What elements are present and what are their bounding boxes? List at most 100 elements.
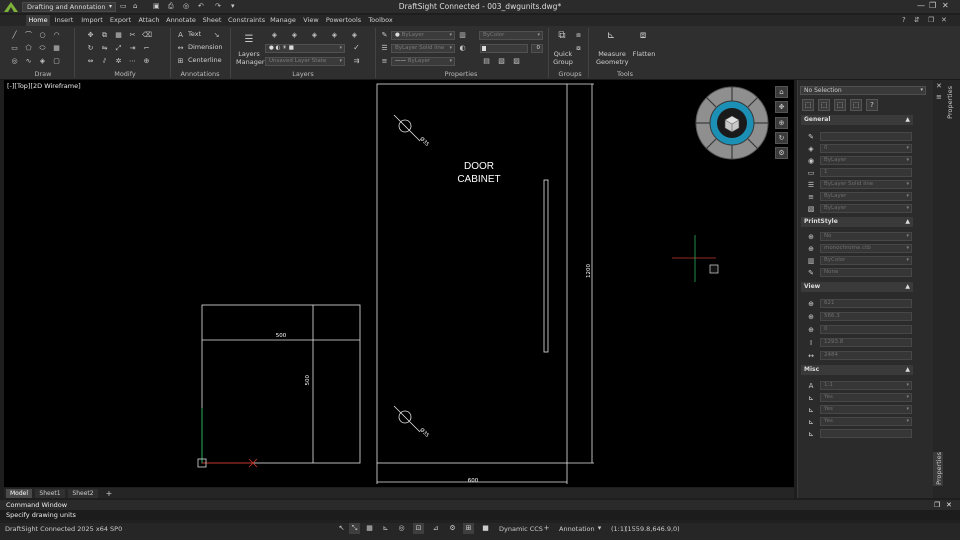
select-objects-icon[interactable]: ⬚ — [802, 99, 814, 111]
trim-icon[interactable]: ✂ — [128, 31, 137, 39]
mirror-icon[interactable]: ⇋ — [100, 44, 109, 52]
boundary-icon[interactable]: ▢ — [52, 57, 61, 65]
general-linestyle-value[interactable]: ByLayer Solid line ▾ — [820, 180, 912, 189]
hatch-icon[interactable]: ▦ — [52, 44, 61, 52]
tab-view[interactable]: View — [302, 15, 320, 26]
spline-icon[interactable]: ∿ — [24, 57, 33, 65]
list-properties-icon[interactable]: ▤ — [482, 57, 491, 65]
esnap-icon[interactable]: ⊡ — [413, 523, 424, 534]
copy-icon[interactable]: ⧉ — [100, 31, 109, 39]
color-dropdown[interactable]: ● ByLayer ▾ — [391, 31, 455, 40]
nav-settings-icon[interactable]: ⚙ — [775, 147, 788, 159]
tab-sheet[interactable]: Sheet — [201, 15, 223, 26]
general-transparency-value[interactable]: ByLayer ▾ — [820, 204, 912, 213]
filter-icon[interactable]: ⬚ — [850, 99, 862, 111]
side-tab-properties-bottom[interactable]: Properties — [935, 452, 943, 485]
layer-previous-icon[interactable]: ◈ — [290, 31, 299, 39]
help-icon[interactable]: ? — [902, 16, 906, 24]
ellipse-icon[interactable]: ⬭ — [38, 44, 47, 52]
layer-match-icon[interactable]: ⇉ — [352, 57, 361, 65]
toggle-pickadd-icon[interactable]: ⬚ — [834, 99, 846, 111]
selection-dropdown[interactable]: No Selection ▾ — [800, 86, 926, 95]
nav-zoom-icon[interactable]: ⊕ — [775, 117, 788, 129]
offset-icon[interactable]: ⫽ — [100, 57, 109, 65]
layer-dropdown[interactable]: ● ◐ ☀ ■ ▾ — [265, 44, 345, 53]
layer-lock-icon[interactable]: ◈ — [350, 31, 359, 39]
add-icon[interactable]: + — [541, 523, 552, 534]
arc-icon[interactable]: ◠ — [52, 31, 61, 39]
add-sheet-button[interactable]: + — [103, 489, 115, 498]
tab-export[interactable]: Export — [109, 15, 132, 26]
tab-attach[interactable]: Attach — [137, 15, 161, 26]
scale-icon[interactable]: ⤢ — [114, 44, 123, 52]
move-icon[interactable]: ✥ — [86, 31, 95, 39]
rotate-icon[interactable]: ↻ — [86, 44, 95, 52]
printstyle-value-4[interactable]: None — [820, 268, 912, 277]
printstyle-value-1[interactable]: No ▾ — [820, 232, 912, 241]
group-icon[interactable]: ⧉ — [556, 31, 568, 44]
centerline-icon[interactable]: ⊞ — [176, 57, 185, 65]
misc-value-5[interactable] — [820, 429, 912, 438]
properties-palette-icon[interactable]: ▨ — [512, 57, 521, 65]
section-general[interactable]: General ▲ — [801, 115, 913, 125]
general-layer-value[interactable]: 0 ▾ — [820, 144, 912, 153]
region-icon[interactable]: ◈ — [38, 57, 47, 65]
dimension-button[interactable]: Dimension — [188, 43, 223, 52]
general-lineweight-value[interactable]: ByLayer ▾ — [820, 192, 912, 201]
side-tab-properties-top[interactable]: Properties — [946, 86, 954, 119]
model-toggle-icon[interactable]: ■ — [480, 523, 491, 534]
layer-state-icon[interactable]: ◈ — [270, 31, 279, 39]
tab-insert[interactable]: Insert — [53, 15, 75, 26]
minimize-icon[interactable]: — — [917, 1, 925, 10]
polygon-icon[interactable]: ⬠ — [24, 44, 33, 52]
section-printstyle[interactable]: PrintStyle ▲ — [801, 217, 913, 227]
dimension-icon[interactable]: ↔ — [176, 44, 185, 52]
share-icon[interactable]: ⇵ — [914, 16, 920, 24]
linestyle-icon[interactable]: ☰ — [380, 44, 389, 52]
line-icon[interactable]: ╱ — [10, 31, 19, 39]
lineweight-icon[interactable]: ≡ — [380, 57, 389, 65]
close-icon[interactable]: ✕ — [942, 1, 949, 10]
match-properties-icon[interactable]: ✎ — [380, 31, 389, 39]
polyline-icon[interactable]: ⌒ — [24, 31, 33, 39]
restore-icon[interactable]: ❐ — [929, 1, 936, 10]
tab-manage[interactable]: Manage — [269, 15, 297, 26]
join-icon[interactable]: ⊕ — [142, 57, 151, 65]
point-icon[interactable]: ◎ — [10, 57, 19, 65]
layers-manager-label-2[interactable]: Manager — [236, 58, 265, 67]
group-edit-icon[interactable]: ⧇ — [574, 44, 583, 52]
view-value-1[interactable]: 621 — [820, 299, 912, 308]
text-button[interactable]: Text — [188, 30, 201, 39]
measure-label-2[interactable]: Geometry — [596, 58, 628, 67]
layout-tab-model[interactable]: Model — [6, 489, 32, 498]
explode-icon[interactable]: ✲ — [114, 57, 123, 65]
erase-icon[interactable]: ⌫ — [142, 31, 152, 39]
section-view[interactable]: View ▲ — [801, 282, 913, 292]
measure-geometry-icon[interactable]: ⊾ — [605, 31, 617, 44]
restore-doc-icon[interactable]: ❐ — [928, 16, 934, 24]
annotation-scale-label[interactable]: Annotation — [559, 524, 595, 534]
transparency-icon[interactable]: ◐ — [458, 44, 467, 52]
printstyle-icon[interactable]: ▥ — [458, 31, 467, 39]
transparency-value[interactable]: 0 — [531, 44, 543, 53]
layout-tab-sheet1[interactable]: Sheet1 — [35, 489, 65, 498]
printstyle-value-2[interactable]: monochrome.ctb ▾ — [820, 244, 912, 253]
polar-icon[interactable]: ◎ — [396, 523, 407, 534]
layer-freeze-icon[interactable]: ◈ — [330, 31, 339, 39]
slider-handle[interactable] — [482, 46, 486, 51]
fillet-icon[interactable]: ⌐ — [142, 44, 151, 52]
transparency-slider[interactable] — [480, 44, 528, 53]
view-value-2[interactable]: 566.3 — [820, 312, 912, 321]
general-scale-value[interactable]: 1 — [820, 168, 912, 177]
tab-import[interactable]: Import — [80, 15, 104, 26]
extend-icon[interactable]: ⇥ — [128, 44, 137, 52]
lineweight-dropdown[interactable]: —— ByLayer ▾ — [391, 57, 455, 66]
view-value-5[interactable]: 2484 — [820, 351, 912, 360]
misc-value-4[interactable]: Yes ▾ — [820, 417, 912, 426]
help-icon[interactable]: ? — [866, 99, 878, 111]
nav-pan-icon[interactable]: ✥ — [775, 101, 788, 113]
make-current-icon[interactable]: ✓ — [352, 44, 361, 52]
printstyle-value-3[interactable]: ByColor ▾ — [820, 256, 912, 265]
nav-home-icon[interactable]: ⌂ — [775, 86, 788, 98]
flatten-icon[interactable]: ⧈ — [637, 31, 649, 44]
